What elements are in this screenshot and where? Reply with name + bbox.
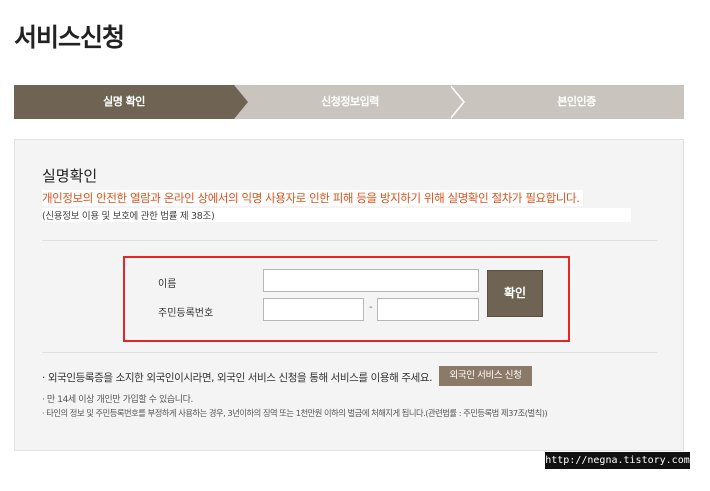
divider — [42, 352, 657, 353]
watermark: http://negna.tistory.com — [545, 452, 690, 469]
law-reference: (신용정보 이용 및 보호에 관한 법률 제 38조) — [42, 208, 631, 222]
foreign-notice: · 외국인등록증을 소지한 외국인이시라면, 외국인 서비스 신청을 통해 서비… — [42, 372, 433, 384]
step-progress-bar: 실명 확인 신청정보입력 본인인증 — [14, 85, 684, 119]
age-notice: · 만 14세 이상 개인만 가입할 수 있습니다. — [42, 395, 194, 405]
rrn-label: 주민등록번호 — [158, 308, 214, 319]
section-description: 개인정보의 안전한 열람과 온라인 상에서의 익명 사용자로 인한 피해 등을 … — [42, 190, 584, 206]
page-title: 서비스신청 — [14, 23, 125, 52]
step-arrow-icon — [449, 85, 463, 119]
rrn-front-input[interactable] — [263, 298, 364, 321]
penalty-notice: · 타인의 정보 및 주민등록번호를 부정하게 사용하는 경우, 3년이하의 징… — [42, 408, 548, 418]
divider — [42, 240, 657, 241]
rrn-dash: - — [369, 302, 373, 313]
step-application-info: 신청정보입력 — [321, 95, 379, 108]
foreign-service-button[interactable]: 외국인 서비스 신청 — [439, 366, 532, 386]
step-identity-verification: 본인인증 — [557, 95, 596, 108]
name-input[interactable] — [263, 269, 479, 292]
confirm-button[interactable]: 확인 — [487, 270, 543, 317]
step-arrow-icon — [234, 85, 248, 119]
section-title: 실명확인 — [42, 167, 98, 185]
name-label: 이름 — [158, 279, 177, 290]
step-real-name-check: 실명 확인 — [14, 85, 234, 119]
rrn-back-input[interactable] — [377, 298, 479, 321]
real-name-panel: 실명확인 개인정보의 안전한 열람과 온라인 상에서의 익명 사용자로 인한 피… — [14, 139, 684, 451]
real-name-form: 이름 주민등록번호 - 확인 — [123, 256, 570, 342]
